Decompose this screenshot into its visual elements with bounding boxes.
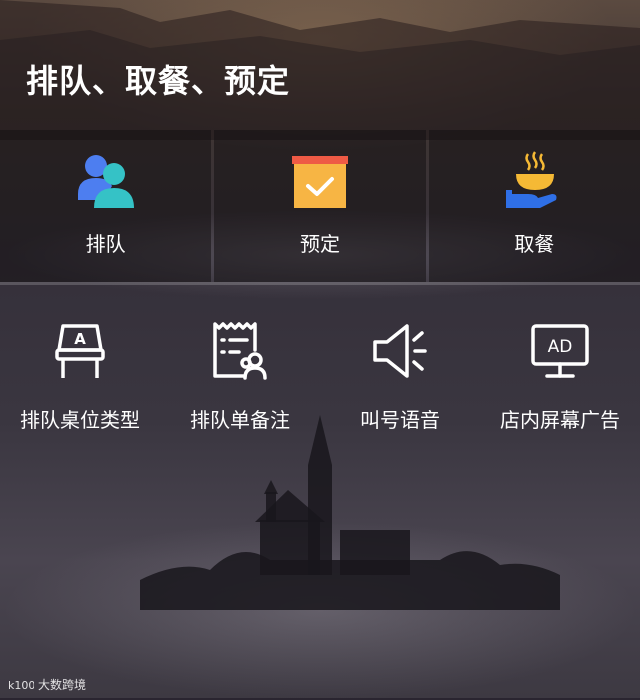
watermark: k100 大数跨境 bbox=[8, 676, 86, 693]
svg-text:k100: k100 bbox=[8, 679, 34, 692]
queue-button[interactable]: 排队 bbox=[0, 130, 212, 282]
queue-label: 排队 bbox=[85, 232, 126, 256]
call-voice-option[interactable]: 叫号语音 bbox=[320, 320, 480, 440]
in-store-ad-label: 店内屏幕广告 bbox=[500, 408, 620, 432]
settings-grid: A 排队桌位类型 排队单备注 叫号语音 AD 店内屏幕广告 bbox=[0, 320, 640, 440]
speaker-icon bbox=[373, 324, 427, 378]
reservation-label: 预定 bbox=[299, 232, 340, 256]
meal-pickup-label: 取餐 bbox=[514, 232, 555, 256]
svg-text:A: A bbox=[74, 330, 86, 348]
queue-note-label: 排队单备注 bbox=[190, 408, 290, 432]
call-voice-label: 叫号语音 bbox=[360, 408, 440, 432]
watermark-text: 大数跨境 bbox=[38, 678, 87, 692]
ad-screen-icon: AD bbox=[531, 324, 589, 378]
queue-table-type-label: 排队桌位类型 bbox=[20, 408, 140, 432]
watermark-logo-icon: k100 bbox=[8, 679, 34, 692]
primary-actions-grid: 排队 预定 取餐 bbox=[0, 130, 640, 282]
svg-text:AD: AD bbox=[548, 337, 573, 357]
meal-pickup-icon bbox=[506, 151, 557, 208]
meal-pickup-button[interactable]: 取餐 bbox=[428, 130, 640, 282]
queue-note-icon bbox=[213, 322, 267, 380]
section-divider bbox=[0, 282, 640, 285]
queue-table-type-option[interactable]: A 排队桌位类型 bbox=[0, 320, 160, 440]
in-store-ad-option[interactable]: AD 店内屏幕广告 bbox=[480, 320, 640, 440]
page-title: 排队、取餐、预定 bbox=[26, 62, 291, 100]
castle-silhouette bbox=[140, 415, 560, 610]
reservation-button[interactable]: 预定 bbox=[214, 130, 426, 282]
table-type-icon: A bbox=[55, 324, 105, 378]
reservation-box-icon bbox=[291, 156, 348, 208]
queue-note-option[interactable]: 排队单备注 bbox=[160, 320, 320, 440]
people-icon bbox=[77, 155, 134, 208]
